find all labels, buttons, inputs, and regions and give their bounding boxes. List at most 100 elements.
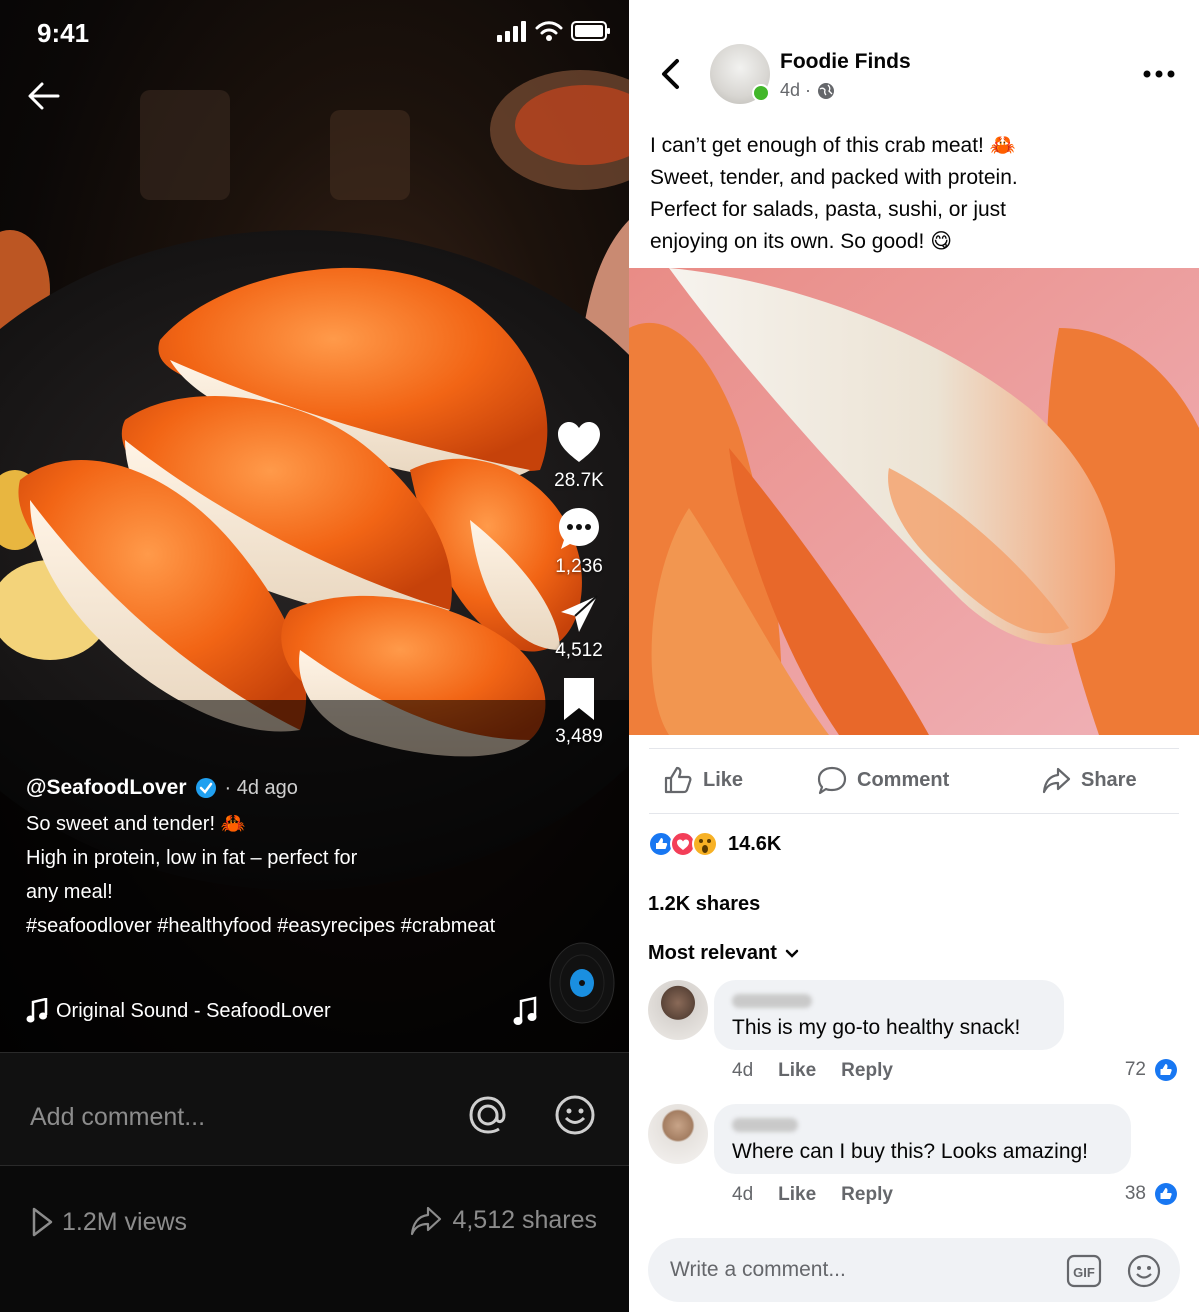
post-text-line: I can’t get enough of this crab meat! 🦀 [650,134,1016,157]
video-stats-bar: 1.2M views 4,512 shares [0,1166,629,1312]
post-action-bar: Like Comment Share [649,748,1179,814]
sort-label: Most relevant [648,942,777,964]
chevron-down-icon [785,949,799,958]
comment-bubble: Where can I buy this? Looks amazing! [714,1104,1131,1174]
comment-text: Where can I buy this? Looks amazing! [732,1140,1089,1163]
caption-line: High in protein, low in fat – perfect fo… [26,847,358,869]
comment-count: 1,236 [555,556,603,577]
commenter-name-redacted [732,994,812,1008]
gif-icon[interactable]: GIF [1066,1254,1102,1288]
caption-line: any meal! [26,881,113,903]
online-badge [752,84,770,102]
post-text-line: enjoying on its own. So good! 😋 [650,230,953,253]
like-reaction-icon [1155,1183,1177,1205]
post-photo[interactable] [629,268,1199,735]
comment-sort-dropdown[interactable]: Most relevant [648,942,799,965]
sound-row[interactable]: Original Sound - SeafoodLover [26,998,331,1024]
share-count[interactable]: 1.2K shares [648,893,760,916]
comment-like-count: 38 [1124,1183,1146,1204]
battery-icon [571,21,610,41]
video-post-panel: 9:41 28.7K 1,236 4,512 3,489 @SeafoodLov… [0,0,629,1312]
comment-item: This is my go-to healthy snack! 4d Like … [648,980,1188,1090]
comment-meta: 4d Like Reply [732,1060,893,1082]
sound-name[interactable]: Original Sound - SeafoodLover [56,1000,331,1023]
comment-input-bar[interactable]: Add comment... [0,1052,629,1166]
share-label: Share [1081,768,1137,791]
signal-icon [497,21,526,42]
like-action[interactable]: 28.7K [543,420,615,492]
comment-label: Comment [857,768,950,791]
post-text-line: Perfect for salads, pasta, sushi, or jus… [650,198,1006,221]
shares-count: 4,512 shares [452,1205,597,1234]
share-action[interactable]: 4,512 [543,592,615,662]
post-age: 4d · [780,80,812,100]
status-time: 9:41 [37,18,90,48]
comment-like-button[interactable]: Like [778,1060,816,1082]
reactions-summary[interactable]: 14.6K [648,830,781,858]
comment-bubble-icon[interactable] [557,506,601,552]
comment-likes: 38 [1125,1182,1178,1206]
back-chevron-icon[interactable] [657,58,683,90]
post-time-ago: · 4d ago [224,776,298,799]
gif-label: GIF [1073,1265,1095,1280]
crab-stick-photo [629,268,1199,735]
thumbs-up-icon [664,766,692,794]
post-text: I can’t get enough of this crab meat! 🦀 … [650,130,1170,258]
heart-icon[interactable] [556,420,602,466]
post-text-line: Sweet, tender, and packed with protein. [650,166,1018,189]
comment-input[interactable]: Add comment... [30,1103,205,1132]
view-count: 1.2M views [62,1207,188,1236]
write-comment-bar[interactable]: Write a comment... GIF [648,1238,1180,1302]
more-options-icon[interactable] [1143,64,1175,84]
vinyl-disc-icon[interactable] [549,942,615,1024]
comment-age: 4d [732,1184,754,1205]
reaction-icons [648,831,718,857]
mention-icon[interactable] [466,1093,510,1137]
like-button[interactable]: Like [663,765,743,795]
commenter-avatar[interactable] [648,1104,708,1164]
comment-action[interactable]: 1,236 [543,506,615,578]
comment-meta: 4d Like Reply [732,1184,893,1206]
username[interactable]: @SeafoodLover [26,776,187,800]
comment-reply-button[interactable]: Reply [841,1060,893,1082]
globe-icon [818,82,835,99]
views-stat: 1.2M views [30,1206,187,1238]
save-count: 3,489 [555,726,603,747]
comment-icon [817,766,847,795]
bookmark-icon[interactable] [561,676,597,722]
emoji-icon[interactable] [1126,1253,1162,1289]
share-arrow-icon [411,1206,442,1236]
page-name[interactable]: Foodie Finds [780,50,911,74]
comment-item: Where can I buy this? Looks amazing! 4d … [648,1104,1188,1214]
video-caption: @SeafoodLover · 4d ago So sweet and tend… [26,776,546,936]
share-count: 4,512 [555,640,603,661]
comment-text: This is my go-to healthy snack! [732,1016,1021,1039]
send-icon[interactable] [557,592,601,636]
verified-badge-icon [195,778,216,798]
wifi-icon [535,21,563,41]
facebook-post-panel: Foodie Finds 4d · I can’t get enough of … [629,0,1199,1312]
commenter-name-redacted [732,1118,798,1132]
caption-line: So sweet and tender! 🦀 [26,813,246,835]
status-bar: 9:41 [0,0,629,66]
share-button[interactable]: Share [1041,765,1137,795]
music-note-icon [513,996,537,1025]
back-arrow-icon[interactable] [26,78,62,114]
save-action[interactable]: 3,489 [543,676,615,748]
like-count: 28.7K [554,470,604,491]
comment-like-button[interactable]: Like [778,1184,816,1206]
comment-bubble: This is my go-to healthy snack! [714,980,1064,1050]
comment-reply-button[interactable]: Reply [841,1184,893,1206]
music-note-icon [26,998,48,1023]
commenter-avatar[interactable] [648,980,708,1040]
share-icon [1042,767,1071,794]
like-label: Like [703,768,744,791]
side-action-rail: 28.7K 1,236 4,512 3,489 [543,420,615,762]
shares-stat[interactable]: 4,512 shares [410,1204,597,1236]
comment-likes: 72 [1125,1058,1178,1082]
emoji-icon[interactable] [553,1093,597,1137]
comment-button[interactable]: Comment [817,765,949,795]
write-comment-input[interactable]: Write a comment... [670,1258,846,1282]
caption-hashtags[interactable]: #seafoodlover #healthyfood #easyrecipes … [26,916,546,936]
comment-age: 4d [732,1060,754,1081]
